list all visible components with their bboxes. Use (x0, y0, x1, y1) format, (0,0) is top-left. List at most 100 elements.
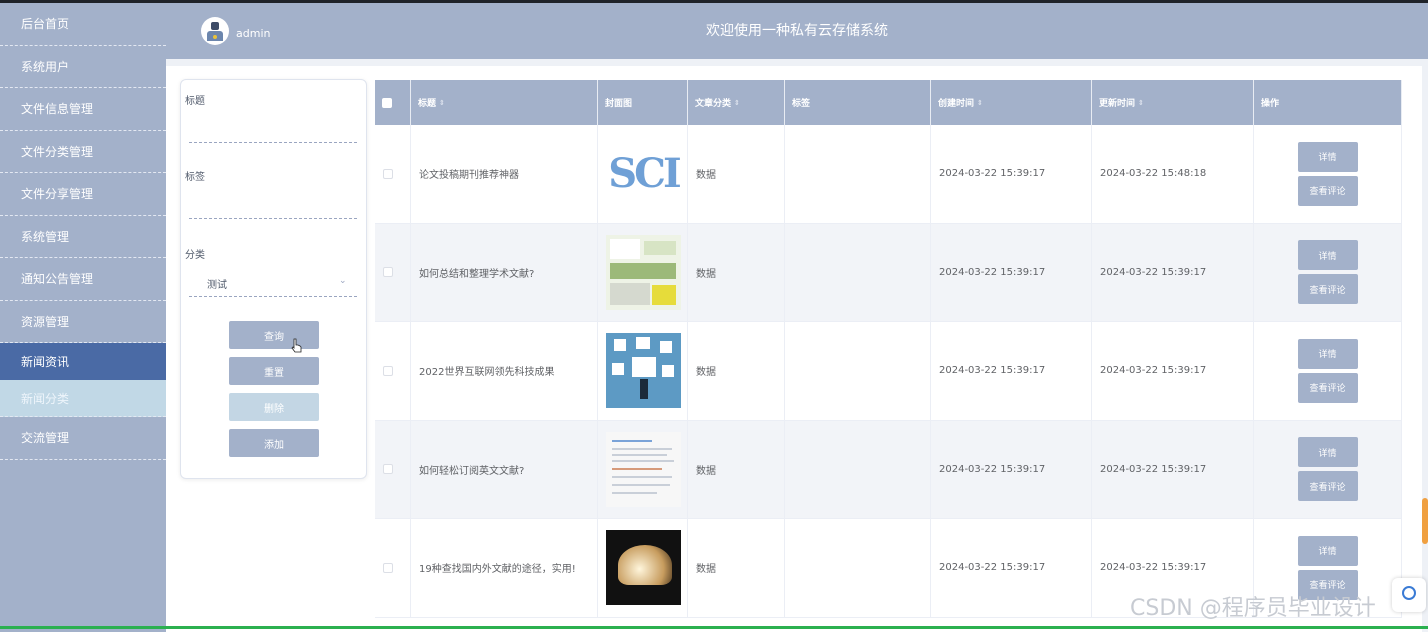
sort-icon[interactable]: ⇕ (734, 99, 740, 107)
detail-button[interactable]: 详情 (1297, 437, 1358, 468)
updated-cell: 2024-03-22 15:48:18 (1092, 125, 1254, 223)
title-filter-input[interactable] (189, 142, 357, 143)
column-header-title[interactable]: 标题 ⇕ (411, 80, 598, 125)
sidebar-item-file-category[interactable]: 文件分类管理 (0, 131, 166, 173)
view-comments-button[interactable]: 查看评论 (1297, 372, 1358, 403)
cover-shape (636, 337, 650, 350)
reset-button[interactable]: 重置 (229, 357, 319, 385)
sidebar-item-file-info[interactable]: 文件信息管理 (0, 88, 166, 131)
sort-icon[interactable]: ⇕ (977, 99, 983, 107)
query-button[interactable]: 查询 (229, 321, 319, 349)
actions-cell: 详情 查看评论 (1254, 223, 1402, 321)
cover-image[interactable] (606, 431, 681, 507)
column-header-cover: 封面图 (598, 80, 688, 125)
created-cell: 2024-03-22 15:39:17 (931, 223, 1092, 321)
tag-cell (785, 223, 931, 321)
column-header-category-label: 文章分类 (695, 99, 732, 109)
select-all-checkbox[interactable] (382, 97, 392, 108)
cover-shape (644, 240, 676, 255)
cover-shape (612, 453, 667, 456)
row-checkbox[interactable] (383, 365, 393, 376)
view-comments-button[interactable]: 查看评论 (1297, 274, 1358, 305)
hand-cursor-icon (291, 338, 302, 353)
category-select-value[interactable]: 测试 (207, 276, 227, 291)
detail-button[interactable]: 详情 (1297, 338, 1358, 369)
title-cell: 19种查找国内外文献的途径，实用! (411, 519, 598, 617)
sidebar: 后台首页 系统用户 文件信息管理 文件分类管理 文件分享管理 系统管理 通知公告… (0, 3, 166, 632)
updated-cell: 2024-03-22 15:39:17 (1092, 420, 1254, 518)
floating-help-icon[interactable] (1392, 578, 1426, 612)
row-select-cell (375, 223, 411, 321)
sidebar-item-exchange[interactable]: 交流管理 (0, 417, 166, 460)
view-comments-button[interactable]: 查看评论 (1297, 175, 1358, 206)
tag-cell (785, 125, 931, 223)
cover-image[interactable] (606, 530, 681, 606)
actions-cell: 详情 查看评论 (1254, 420, 1402, 518)
column-header-category[interactable]: 文章分类 ⇕ (688, 80, 785, 125)
sidebar-item-system[interactable]: 系统管理 (0, 216, 166, 258)
cover-image[interactable] (606, 234, 681, 310)
sort-icon[interactable]: ⇕ (1138, 99, 1144, 107)
sidebar-item-news-category[interactable]: 新闻分类 (0, 380, 166, 417)
sidebar-item-file-share[interactable]: 文件分享管理 (0, 173, 166, 216)
content-top-strip (166, 59, 1428, 66)
cover-cell: SCI (598, 125, 688, 223)
sidebar-item-home[interactable]: 后台首页 (0, 3, 166, 46)
row-checkbox[interactable] (383, 267, 393, 278)
cover-shape (662, 365, 674, 378)
title-cell: 2022世界互联网领先科技成果 (411, 322, 598, 420)
cover-cell (598, 420, 688, 518)
row-checkbox[interactable] (383, 168, 393, 179)
created-cell: 2024-03-22 15:39:17 (931, 322, 1092, 420)
cover-shape (652, 284, 676, 305)
column-header-actions-label: 操作 (1261, 99, 1280, 109)
detail-button[interactable]: 详情 (1297, 240, 1358, 271)
column-header-created[interactable]: 创建时间 ⇕ (931, 80, 1092, 125)
cover-shape (610, 238, 640, 259)
sidebar-item-news[interactable]: 新闻资讯 (0, 343, 166, 380)
cover-shape (610, 262, 676, 279)
sidebar-item-resources[interactable]: 资源管理 (0, 301, 166, 343)
cover-image-text: SCI (608, 150, 681, 198)
cover-shape (612, 439, 652, 442)
cover-shape (612, 459, 674, 462)
page-title: 欢迎使用一种私有云存储系统 (706, 23, 888, 39)
actions-cell: 详情 查看评论 (1254, 322, 1402, 420)
updated-cell: 2024-03-22 15:39:17 (1092, 223, 1254, 321)
created-cell: 2024-03-22 15:39:17 (931, 519, 1092, 617)
cover-shape (612, 491, 657, 494)
cover-shape (612, 363, 624, 376)
page-scrollbar[interactable] (1422, 59, 1428, 632)
cover-shape (612, 475, 672, 478)
table-row: 2022世界互联网领先科技成果 数据 2024-03-22 15:39:17 2… (375, 322, 1402, 421)
table-row: 如何轻松订阅英文文献? 数据 2024-03-22 15:39:17 2024-… (375, 420, 1402, 519)
detail-button[interactable]: 详情 (1297, 535, 1358, 566)
created-cell: 2024-03-22 15:39:17 (931, 125, 1092, 223)
sidebar-item-system-users[interactable]: 系统用户 (0, 46, 166, 88)
category-cell: 数据 (688, 322, 785, 420)
add-button[interactable]: 添加 (229, 429, 319, 457)
tag-filter-input[interactable] (189, 218, 357, 219)
category-cell: 数据 (688, 519, 785, 617)
cover-image[interactable]: SCI (606, 136, 681, 212)
cover-shape (618, 545, 672, 586)
delete-button[interactable]: 删除 (229, 393, 319, 421)
column-header-tag-label: 标签 (792, 99, 811, 109)
view-comments-button[interactable]: 查看评论 (1297, 471, 1358, 502)
cover-shape (660, 341, 672, 354)
sidebar-item-notice[interactable]: 通知公告管理 (0, 258, 166, 301)
row-checkbox[interactable] (383, 562, 393, 573)
sort-icon[interactable]: ⇕ (439, 99, 445, 107)
category-select-underline (189, 296, 357, 297)
category-cell: 数据 (688, 223, 785, 321)
column-header-updated-label: 更新时间 (1099, 99, 1136, 109)
chevron-down-icon[interactable]: ⌄ (339, 276, 347, 286)
column-header-updated[interactable]: 更新时间 ⇕ (1092, 80, 1254, 125)
cover-cell (598, 519, 688, 617)
detail-button[interactable]: 详情 (1297, 141, 1358, 172)
cover-image[interactable] (606, 333, 681, 409)
cover-cell (598, 223, 688, 321)
scrollbar-thumb[interactable] (1422, 498, 1428, 544)
row-select-cell (375, 322, 411, 420)
row-checkbox[interactable] (383, 464, 393, 475)
